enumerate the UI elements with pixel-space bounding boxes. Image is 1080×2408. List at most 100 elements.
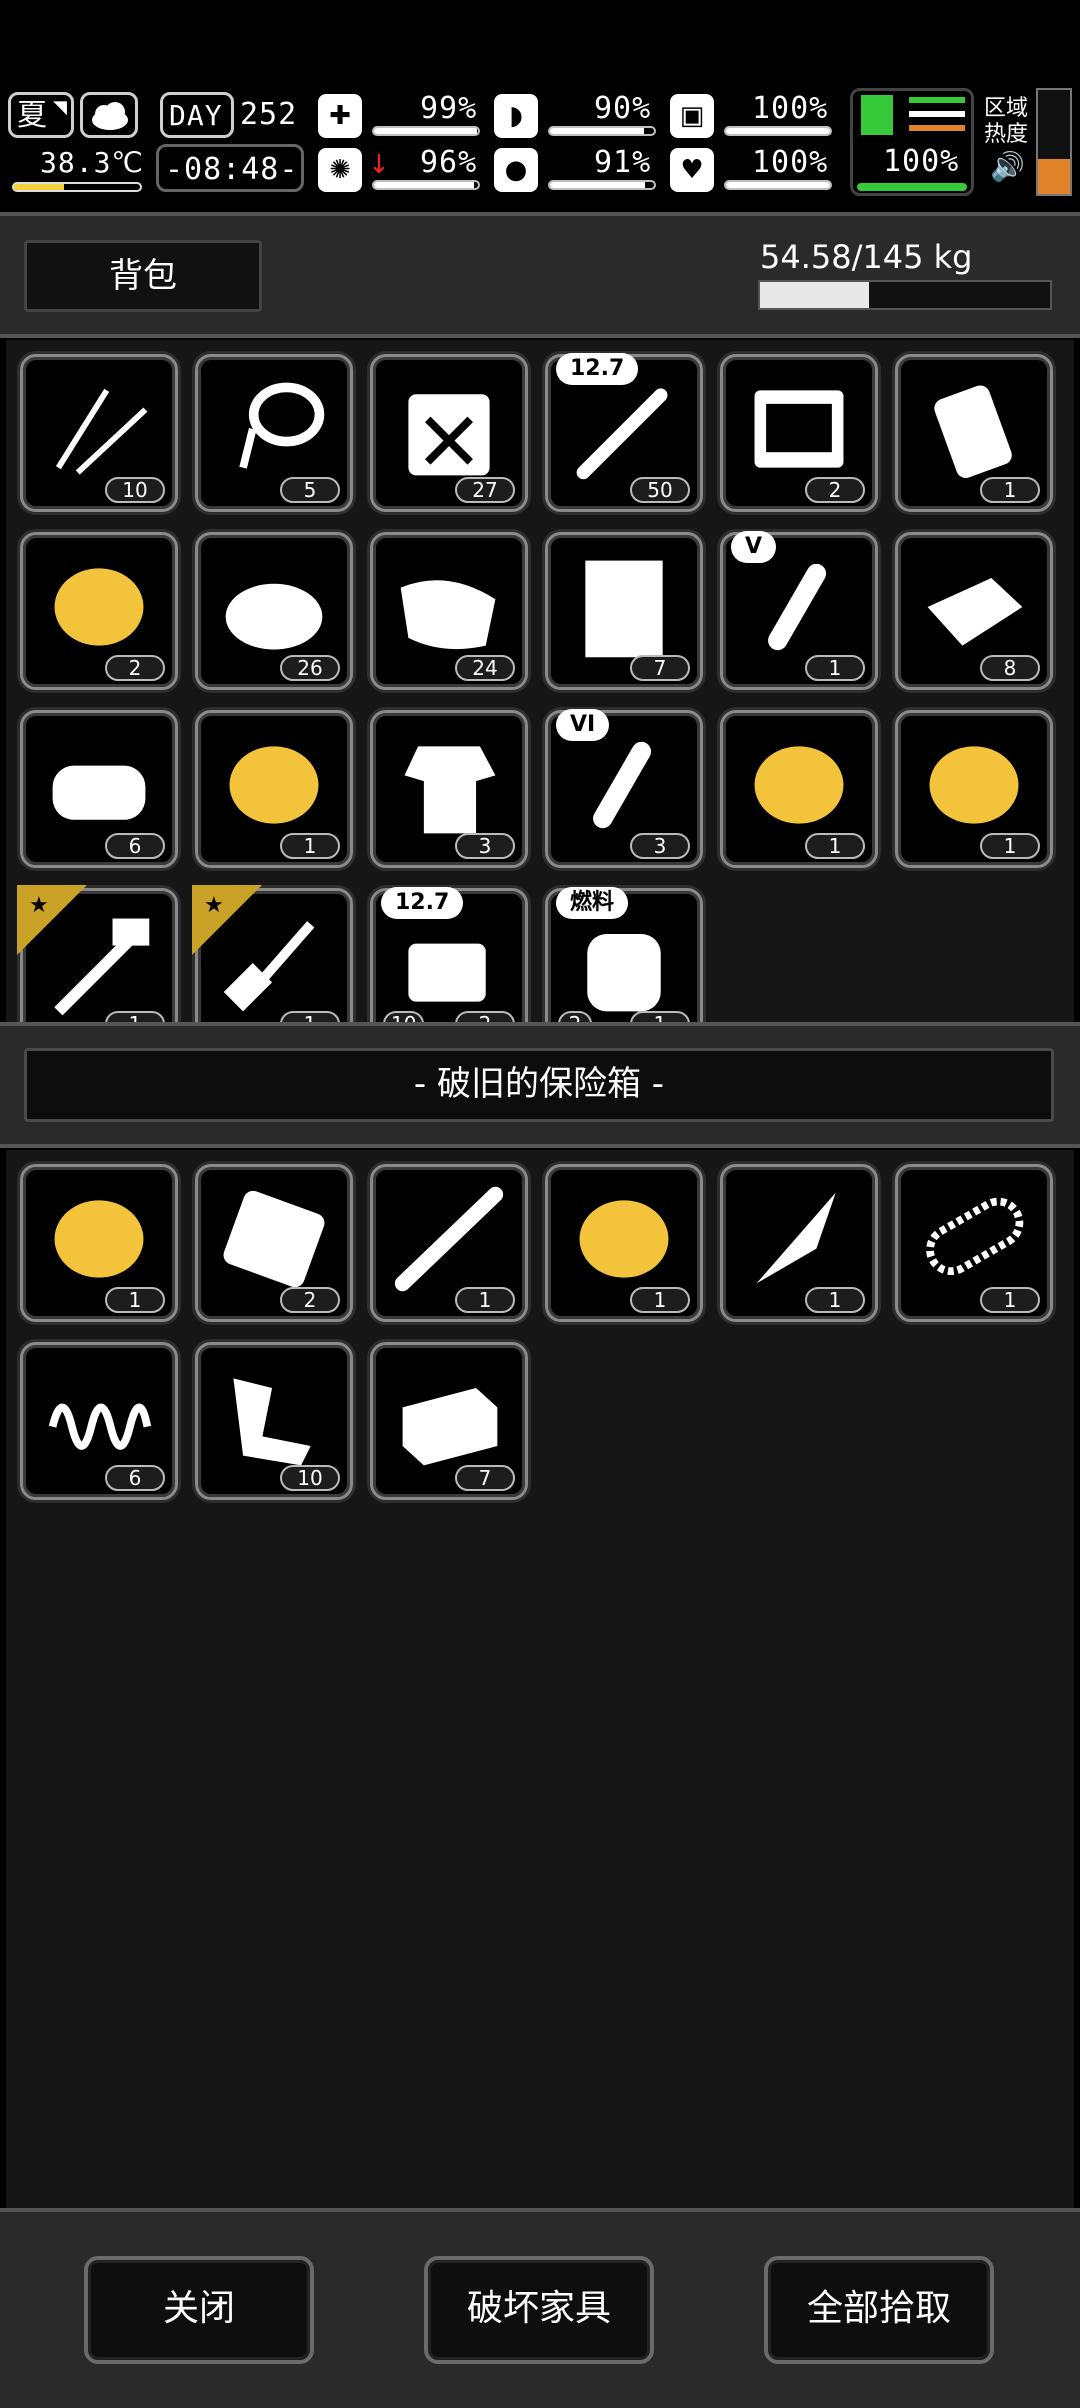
decrease-arrow-icon: ↓ <box>368 150 390 180</box>
clock-box: -08:48- <box>156 144 304 192</box>
chest-grid[interactable]: 1 2 1 1 1 1 6 10 7 <box>6 1150 1074 2208</box>
energy-value: 100% <box>752 91 829 126</box>
item-count: 1 <box>630 1287 690 1313</box>
item-count: 50 <box>630 477 690 503</box>
torn-shirt-icon <box>404 746 496 834</box>
item-slot[interactable]: 6 <box>20 1342 178 1500</box>
folded-cloth-icon <box>927 578 1023 646</box>
medkit-icon: ✚ <box>318 94 362 138</box>
heart-bar <box>724 180 832 190</box>
item-slot[interactable]: 24 <box>370 532 528 690</box>
item-count: 1 <box>980 1287 1040 1313</box>
weight-bar <box>758 280 1052 310</box>
item-slot[interactable]: 1 <box>895 354 1053 512</box>
test-tube-vi-icon <box>593 741 652 829</box>
item-count: 27 <box>455 477 515 503</box>
item-slot[interactable]: 27 <box>370 354 528 512</box>
item-slot[interactable]: ★ 1 <box>192 885 353 1028</box>
item-slot[interactable]: 1 <box>895 1164 1053 1322</box>
clock-time: -08:48- <box>165 152 299 187</box>
item-count: 7 <box>455 1465 515 1491</box>
speaker-icon[interactable]: 🔊 <box>990 150 1025 183</box>
item-tag: 12.7 <box>556 353 639 385</box>
item-slot[interactable]: 1 <box>20 1164 178 1322</box>
gold-coil-icon <box>929 746 1019 824</box>
energy-icon: ▣ <box>670 94 714 138</box>
item-slot[interactable]: V1 <box>720 531 878 690</box>
temperature: 38.3℃ <box>40 146 144 179</box>
item-count: 2 <box>105 655 165 681</box>
energy-bar <box>724 126 832 136</box>
item-count: 10 <box>105 477 165 503</box>
item-count: 1 <box>105 1287 165 1313</box>
item-slot[interactable]: 燃料 2 1 <box>545 887 703 1028</box>
stamina-box: 100% <box>850 88 974 196</box>
weight-text: 54.58/145 kg <box>760 238 973 276</box>
item-slot[interactable]: VI 3 <box>545 709 703 868</box>
item-slot[interactable]: 1 <box>720 710 878 868</box>
brain-icon: ✺ <box>318 148 362 192</box>
gold-ore-icon <box>54 1200 144 1278</box>
destroy-furniture-button[interactable]: 破坏家具 <box>424 2256 654 2364</box>
zone-heat-meter <box>1036 88 1072 196</box>
gold-crystal-icon <box>54 568 144 646</box>
empty-jerrycan-icon <box>408 394 490 476</box>
item-slot[interactable]: 5 <box>195 354 353 512</box>
spring-icon <box>48 1403 152 1450</box>
item-slot[interactable]: 2 <box>195 1164 353 1322</box>
thirst-bar <box>548 180 656 190</box>
rifle-bullet-icon <box>576 388 668 480</box>
item-slot[interactable]: 1 <box>720 1164 878 1322</box>
item-count: 6 <box>105 833 165 859</box>
item-slot[interactable]: 26 <box>195 532 353 690</box>
health-bar <box>372 126 480 136</box>
item-slot[interactable]: 1 <box>895 710 1053 868</box>
health-value: 99% <box>420 91 478 126</box>
item-tag: 燃料 <box>556 887 629 919</box>
item-slot[interactable]: 8 <box>895 532 1053 690</box>
item-count: 2 <box>280 1287 340 1313</box>
item-slot[interactable]: 10 <box>20 354 178 512</box>
star-badge-icon <box>192 885 262 955</box>
close-button[interactable]: 关闭 <box>84 2256 314 2364</box>
take-all-button[interactable]: 全部拾取 <box>764 2256 994 2364</box>
item-slot[interactable]: 6 <box>20 710 178 868</box>
fuel-canister-icon <box>587 934 661 1012</box>
gold-cloth-icon <box>754 746 844 824</box>
item-count: 3 <box>455 833 515 859</box>
item-slot[interactable]: 12.7 50 <box>545 353 703 512</box>
stamina-value: 100% <box>883 144 960 179</box>
item-slot[interactable]: 1 <box>370 1164 528 1322</box>
star-badge-icon <box>17 885 87 955</box>
item-count: 1 <box>980 477 1040 503</box>
chainsaw-chain-icon <box>926 1197 1024 1276</box>
heart-icon: ♥ <box>670 148 714 192</box>
item-count: 1 <box>805 833 865 859</box>
item-count: 24 <box>455 655 515 681</box>
item-count: 26 <box>280 655 340 681</box>
item-slot[interactable]: 12.7 10 2 <box>370 887 528 1028</box>
item-count: 8 <box>980 655 1040 681</box>
gold-plate-icon <box>579 1200 669 1278</box>
item-slot[interactable]: 3 <box>370 710 528 868</box>
water-drop-icon: ● <box>494 148 538 192</box>
item-count: 5 <box>280 477 340 503</box>
item-slot[interactable]: 2 <box>20 532 178 690</box>
pipe-icon <box>394 1186 504 1292</box>
item-slot[interactable]: ★ 1 <box>17 885 178 1028</box>
item-tag: VI <box>556 709 610 741</box>
towel-icon <box>52 765 146 820</box>
item-slot[interactable]: 10 <box>195 1342 353 1500</box>
backpack-grid[interactable]: 10 5 27 12.7 50 2 1 2 26 24 7 V 1 8 6 1 3 VI 3 1 1 ★ 1 ★ 1 12.7 10… <box>6 340 1074 1028</box>
paper-roll-icon <box>934 385 1012 478</box>
item-slot[interactable]: 1 <box>195 710 353 868</box>
boot-icon <box>861 95 893 135</box>
item-slot[interactable]: 1 <box>545 1164 703 1322</box>
item-slot[interactable]: 7 <box>545 532 703 690</box>
item-slot[interactable]: 2 <box>720 354 878 512</box>
item-slot[interactable]: 7 <box>370 1342 528 1500</box>
item-count: 1 <box>805 655 865 681</box>
brick-icon <box>402 1388 498 1466</box>
thirst-value: 91% <box>594 145 652 180</box>
item-count: 1 <box>805 1287 865 1313</box>
